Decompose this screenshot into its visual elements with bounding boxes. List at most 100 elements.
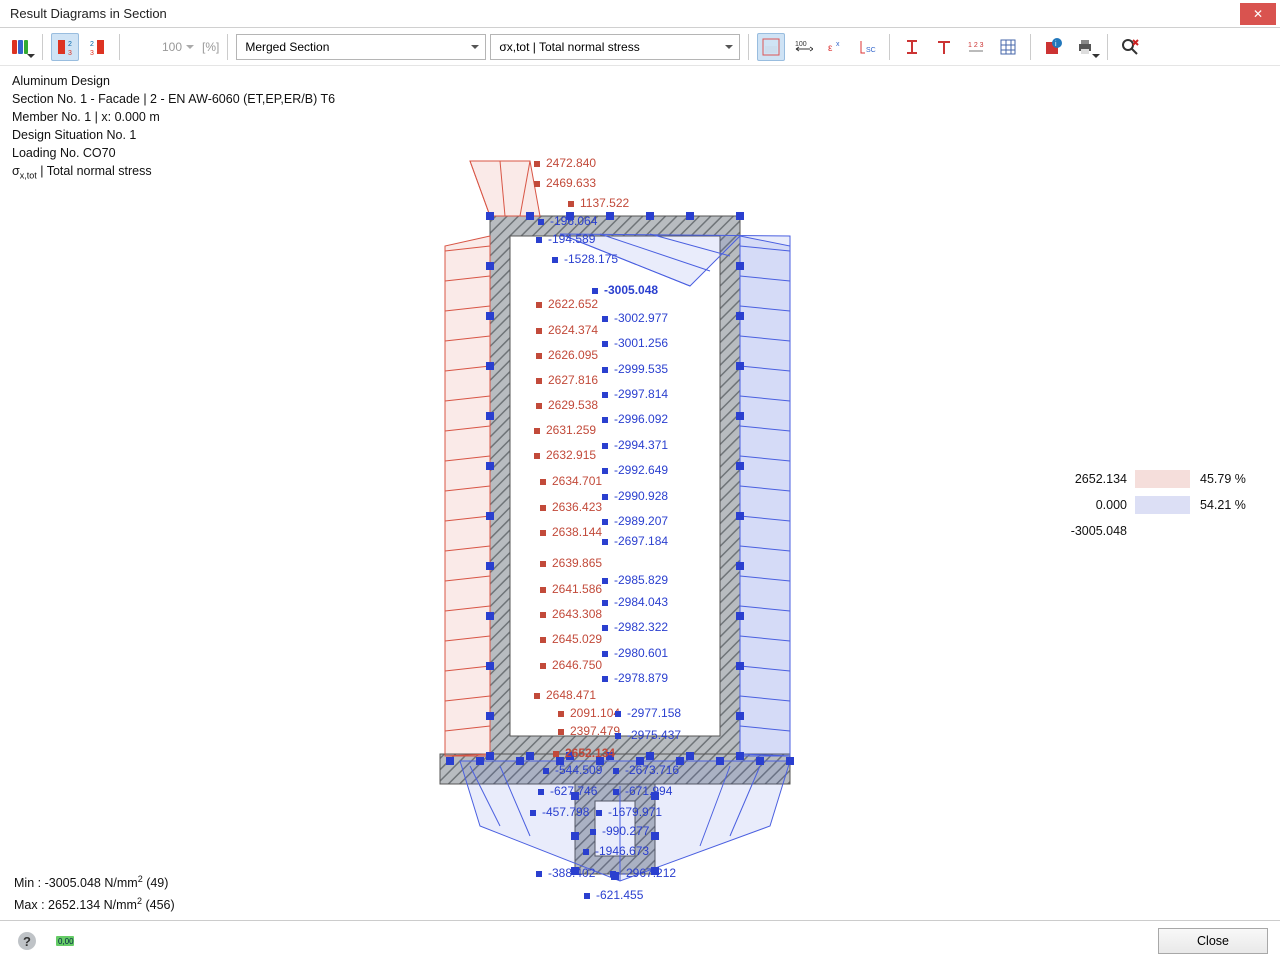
footer: ? 0,00 Close	[0, 920, 1280, 960]
section-part-1-button[interactable]: 23	[51, 33, 79, 61]
svg-text:?: ?	[23, 934, 31, 949]
units-button[interactable]: 0,00	[50, 927, 80, 955]
view-100-button[interactable]: 100	[789, 33, 817, 61]
section-part-2-button[interactable]: 23	[83, 33, 111, 61]
stress-value: 2648.471	[546, 688, 596, 702]
value-marker	[534, 453, 540, 459]
value-marker	[538, 789, 544, 795]
stress-value: -2984.043	[614, 595, 668, 609]
stress-value: 2643.308	[552, 607, 602, 621]
legend-max: 2652.134	[1045, 472, 1135, 486]
value-marker	[568, 201, 574, 207]
svg-text:3: 3	[90, 50, 94, 57]
stress-value: -2997.814	[614, 387, 668, 401]
value-marker	[602, 676, 608, 682]
window-close-button[interactable]: ✕	[1240, 3, 1276, 25]
value-marker	[552, 257, 558, 263]
stress-value: 2636.423	[552, 500, 602, 514]
value-marker	[583, 849, 589, 855]
stress-value: 2641.586	[552, 582, 602, 596]
svg-text:3: 3	[68, 50, 72, 57]
stress-value: -1528.175	[564, 252, 618, 266]
section-select[interactable]: Merged Section	[236, 34, 486, 60]
stress-value: -2977.158	[627, 706, 681, 720]
view-fill-button[interactable]	[757, 33, 785, 61]
value-marker	[536, 353, 542, 359]
value-marker	[602, 519, 608, 525]
stress-value: 2624.374	[548, 323, 598, 337]
stress-value: -2999.535	[614, 362, 668, 376]
value-marker	[558, 711, 564, 717]
value-marker	[602, 367, 608, 373]
value-marker	[602, 625, 608, 631]
svg-text:0,00: 0,00	[58, 937, 74, 946]
stress-value: 2639.865	[552, 556, 602, 570]
stress-value: 1137.522	[580, 196, 629, 210]
value-marker	[540, 505, 546, 511]
value-marker	[536, 403, 542, 409]
value-marker	[602, 417, 608, 423]
value-marker	[536, 871, 542, 877]
grid-button[interactable]	[994, 33, 1022, 61]
stress-value: -2996.092	[614, 412, 668, 426]
info-button[interactable]: i	[1039, 33, 1067, 61]
value-marker	[602, 392, 608, 398]
value-marker	[602, 600, 608, 606]
value-marker	[538, 219, 544, 225]
value-marker	[602, 494, 608, 500]
search-cancel-button[interactable]	[1116, 33, 1144, 61]
stress-value: -2980.601	[614, 646, 668, 660]
stress-value: 2469.633	[546, 176, 596, 190]
stress-value: 2472.840	[546, 156, 596, 170]
section-t-button[interactable]	[930, 33, 958, 61]
stress-value: -2697.184	[614, 534, 668, 548]
value-marker	[540, 587, 546, 593]
stress-value: -627.746	[550, 784, 597, 798]
stress-value: -2985.829	[614, 573, 668, 587]
value-marker	[540, 479, 546, 485]
stress-value: 2645.029	[552, 632, 602, 646]
value-marker	[596, 810, 602, 816]
scale-percent-input[interactable]: 100	[128, 40, 198, 54]
value-marker	[558, 729, 564, 735]
close-button[interactable]: Close	[1158, 928, 1268, 954]
value-marker	[534, 428, 540, 434]
svg-text:2: 2	[90, 41, 94, 48]
numbers-123-button[interactable]: 1 2 3	[962, 33, 990, 61]
value-marker	[534, 693, 540, 699]
stress-value: -2975.437	[627, 728, 681, 742]
legend-min: -3005.048	[1045, 524, 1135, 538]
color-legend: 2652.13445.79 % 0.00054.21 % -3005.048	[1045, 466, 1260, 544]
value-marker	[592, 288, 598, 294]
value-marker	[540, 612, 546, 618]
scale-unit-label: [%]	[202, 40, 219, 54]
diagram-type-button[interactable]	[6, 33, 34, 61]
stress-value: 2634.701	[552, 474, 602, 488]
stress-value: -621.455	[596, 888, 643, 902]
svg-text:SC: SC	[866, 47, 876, 54]
value-marker	[540, 561, 546, 567]
value-marker	[610, 871, 616, 877]
help-button[interactable]: ?	[12, 927, 42, 955]
value-marker	[602, 316, 608, 322]
svg-text:100: 100	[795, 41, 807, 48]
value-marker	[540, 530, 546, 536]
value-marker	[602, 651, 608, 657]
value-marker	[590, 829, 596, 835]
view-sigma-button[interactable]: εx	[821, 33, 849, 61]
stress-value: -1679.971	[608, 805, 662, 819]
value-marker	[534, 181, 540, 187]
value-marker	[536, 302, 542, 308]
stress-value: 2652.134	[565, 746, 615, 760]
stress-value: 2622.652	[548, 297, 598, 311]
section-i-button[interactable]	[898, 33, 926, 61]
value-marker	[602, 578, 608, 584]
value-marker	[540, 663, 546, 669]
legend-pct-neg: 54.21 %	[1200, 498, 1260, 512]
value-marker	[602, 539, 608, 545]
stress-type-select[interactable]: σx,tot | Total normal stress	[490, 34, 740, 60]
svg-text:2: 2	[68, 41, 72, 48]
view-sc-button[interactable]: SC	[853, 33, 881, 61]
print-button[interactable]	[1071, 33, 1099, 61]
stress-value: -194.589	[548, 232, 595, 246]
